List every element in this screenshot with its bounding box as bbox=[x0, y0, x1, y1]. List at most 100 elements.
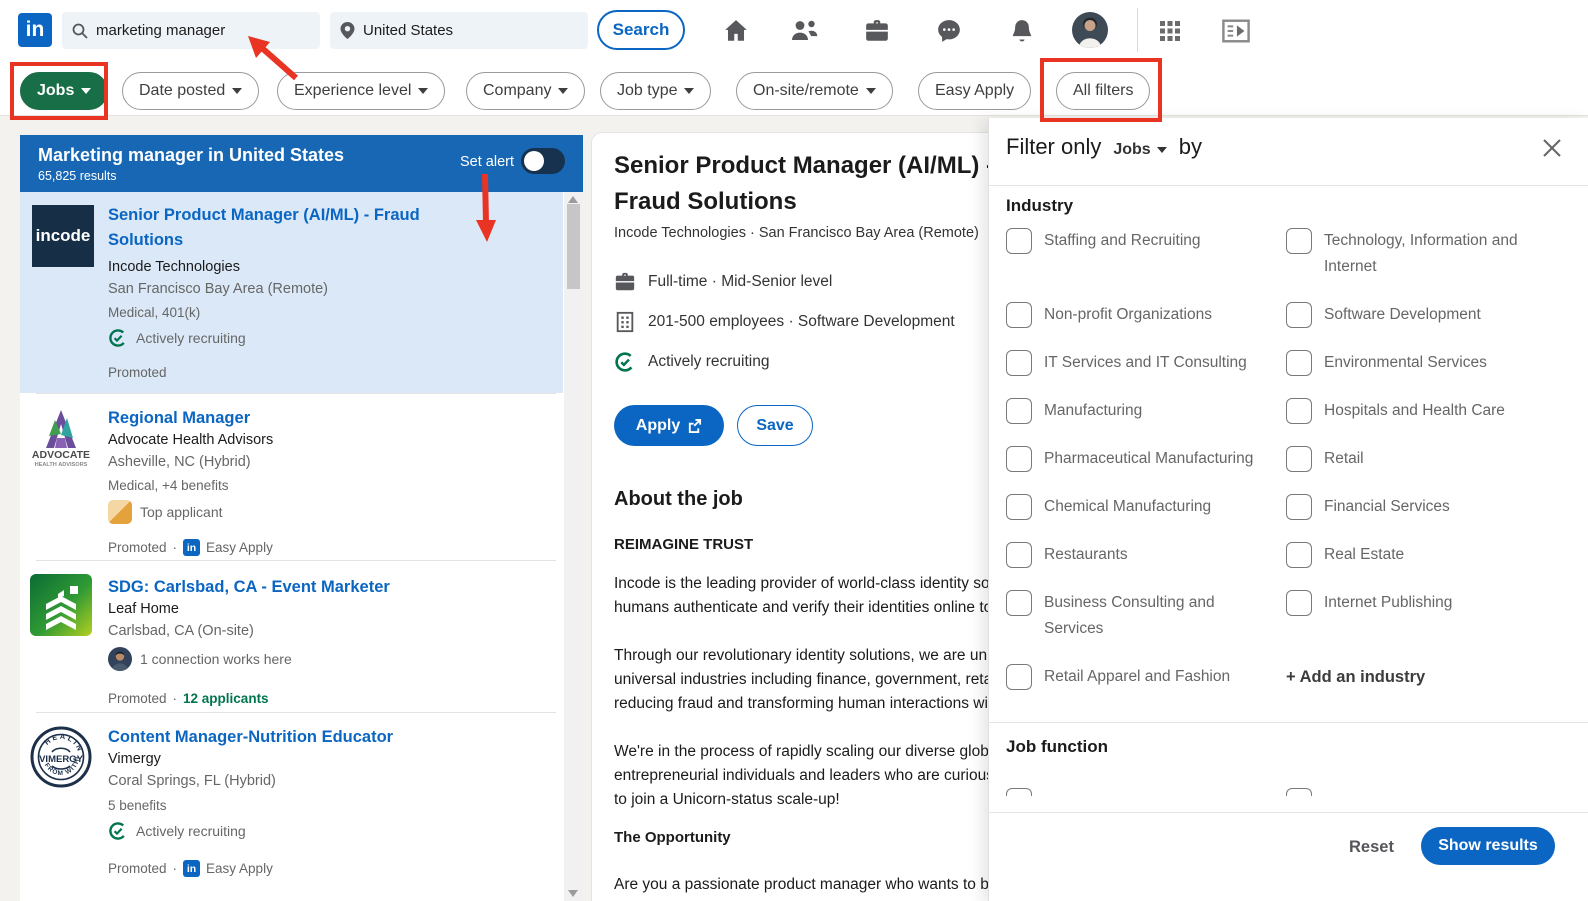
toggle-knob bbox=[524, 151, 544, 171]
svg-text:VIMERGY: VIMERGY bbox=[39, 754, 83, 765]
filter-pill-job-type[interactable]: Job type bbox=[600, 72, 712, 110]
job-location: Coral Springs, FL (Hybrid) bbox=[108, 773, 276, 789]
messaging-icon[interactable] bbox=[935, 17, 963, 45]
linkedin-jobs-page: in marketing manager United States Searc… bbox=[0, 0, 1588, 901]
checkbox[interactable] bbox=[1006, 664, 1032, 690]
modal-header: Filter only Jobs by bbox=[1006, 134, 1202, 160]
results-title: Marketing manager in United States bbox=[38, 145, 345, 165]
job-location: San Francisco Bay Area (Remote) bbox=[108, 281, 329, 297]
checkbox[interactable] bbox=[1286, 398, 1312, 424]
industry-option[interactable]: Software Development bbox=[1286, 302, 1586, 328]
search-input[interactable]: marketing manager bbox=[62, 12, 320, 49]
opportunity-title: The Opportunity bbox=[614, 829, 731, 846]
checkbox[interactable] bbox=[1286, 590, 1312, 616]
job-title-link[interactable]: Content Manager-Nutrition Educator bbox=[108, 725, 493, 750]
job-benefits: 5 benefits bbox=[108, 798, 167, 813]
checkbox[interactable] bbox=[1006, 446, 1032, 472]
set-alert-label: Set alert bbox=[460, 154, 514, 170]
filter-pill-easy-apply[interactable]: Easy Apply bbox=[918, 72, 1032, 110]
industry-option[interactable]: Financial Services bbox=[1286, 494, 1586, 520]
industry-option[interactable]: IT Services and IT Consulting bbox=[1006, 350, 1286, 376]
scrollbar-thumb[interactable] bbox=[567, 204, 580, 289]
checkbox[interactable] bbox=[1006, 302, 1032, 328]
checkbox[interactable] bbox=[1286, 228, 1312, 254]
linkedin-logo[interactable]: in bbox=[18, 13, 52, 47]
job-card-4[interactable]: HEALING FROM WITHIN VIMERGY Content Mana… bbox=[20, 713, 563, 901]
industry-option[interactable]: Business Consulting and Services bbox=[1006, 590, 1286, 642]
checkbox[interactable] bbox=[1286, 788, 1312, 796]
industry-option[interactable]: Environmental Services bbox=[1286, 350, 1586, 376]
home-icon[interactable] bbox=[722, 17, 750, 45]
apps-grid-icon[interactable] bbox=[1156, 17, 1184, 45]
industry-option[interactable]: Staffing and Recruiting bbox=[1006, 228, 1286, 280]
job-title-link[interactable]: Regional Manager bbox=[108, 406, 493, 431]
checkbox[interactable] bbox=[1286, 350, 1312, 376]
leaf-home-logo bbox=[30, 574, 92, 641]
job-footer: Promoted · 12 applicants bbox=[108, 691, 269, 706]
industry-option[interactable]: Technology, Information and Internet bbox=[1286, 228, 1586, 280]
actively-recruiting-icon bbox=[109, 329, 127, 347]
filter-pill-company[interactable]: Company bbox=[466, 72, 586, 110]
checkbox[interactable] bbox=[1006, 398, 1032, 424]
job-card-2[interactable]: ADVOCATE HEALTH ADVISORS Regional Manage… bbox=[20, 394, 563, 560]
checkbox[interactable] bbox=[1006, 494, 1032, 520]
industry-option[interactable]: Pharmaceutical Manufacturing bbox=[1006, 446, 1286, 472]
industry-option[interactable]: Restaurants bbox=[1006, 542, 1286, 568]
jobs-icon[interactable] bbox=[863, 17, 891, 45]
industry-section-title: Industry bbox=[1006, 196, 1074, 215]
search-icon bbox=[72, 23, 88, 39]
job-title-link[interactable]: SDG: Carlsbad, CA - Event Marketer bbox=[108, 575, 493, 600]
industry-option[interactable]: Non-profit Organizations bbox=[1006, 302, 1286, 328]
checkbox[interactable] bbox=[1286, 494, 1312, 520]
chevron-down-icon bbox=[865, 88, 876, 94]
checkbox[interactable] bbox=[1006, 350, 1032, 376]
show-results-button[interactable]: Show results bbox=[1421, 827, 1555, 865]
checkbox[interactable] bbox=[1006, 788, 1032, 796]
all-filters-modal: Filter only Jobs by Industry Staffing an… bbox=[988, 118, 1588, 901]
save-button[interactable]: Save bbox=[737, 405, 813, 446]
add-industry-button[interactable]: + Add an industry bbox=[1286, 664, 1586, 690]
checkbox[interactable] bbox=[1006, 590, 1032, 616]
scroll-down-arrow[interactable] bbox=[568, 890, 578, 897]
close-icon[interactable] bbox=[1540, 136, 1564, 160]
job-card-3[interactable]: SDG: Carlsbad, CA - Event Marketer Leaf … bbox=[20, 561, 563, 712]
industry-option[interactable]: Internet Publishing bbox=[1286, 590, 1586, 642]
industry-option[interactable]: Retail bbox=[1286, 446, 1586, 472]
filter-pill-date-posted[interactable]: Date posted bbox=[122, 72, 260, 110]
filter-pill-experience-level[interactable]: Experience level bbox=[277, 72, 446, 110]
top-nav: in marketing manager United States Searc… bbox=[0, 0, 1588, 60]
industry-option[interactable]: Real Estate bbox=[1286, 542, 1586, 568]
notifications-bell-icon[interactable] bbox=[1008, 17, 1036, 45]
industry-option[interactable]: Chemical Manufacturing bbox=[1006, 494, 1286, 520]
job-title-link[interactable]: Senior Product Manager (AI/ML) - Fraud S… bbox=[108, 203, 493, 253]
scroll-up-arrow[interactable] bbox=[568, 196, 578, 203]
my-network-icon[interactable] bbox=[790, 17, 818, 45]
job-insight: 1 connection works here bbox=[108, 647, 292, 671]
industry-option[interactable]: Manufacturing bbox=[1006, 398, 1286, 424]
job-card-1[interactable]: incode Senior Product Manager (AI/ML) - … bbox=[20, 192, 563, 393]
checkbox[interactable] bbox=[1286, 446, 1312, 472]
scope-pill-jobs[interactable]: Jobs bbox=[20, 72, 109, 110]
location-input[interactable]: United States bbox=[330, 12, 588, 49]
job-location: Asheville, NC (Hybrid) bbox=[108, 454, 251, 470]
all-filters-button[interactable]: All filters bbox=[1056, 72, 1151, 110]
detail-company-location: Incode Technologies · San Francisco Bay … bbox=[614, 225, 979, 241]
set-alert-toggle[interactable] bbox=[521, 148, 565, 174]
apply-button[interactable]: Apply bbox=[614, 405, 724, 446]
industry-option[interactable]: Retail Apparel and Fashion bbox=[1006, 664, 1286, 690]
modal-scope-dropdown[interactable]: Jobs bbox=[1113, 141, 1167, 159]
actively-recruiting-icon bbox=[109, 822, 127, 840]
checkbox[interactable] bbox=[1286, 542, 1312, 568]
reset-button[interactable]: Reset bbox=[1349, 838, 1394, 857]
checkbox[interactable] bbox=[1006, 228, 1032, 254]
checkbox[interactable] bbox=[1006, 542, 1032, 568]
filter-pill-onsite-remote[interactable]: On-site/remote bbox=[736, 72, 893, 110]
results-scrollbar[interactable] bbox=[564, 192, 583, 901]
applicants-count: 12 applicants bbox=[183, 691, 269, 706]
search-input-value: marketing manager bbox=[96, 22, 226, 39]
learning-icon[interactable] bbox=[1222, 17, 1250, 45]
checkbox[interactable] bbox=[1286, 302, 1312, 328]
search-button[interactable]: Search bbox=[597, 10, 685, 50]
industry-option[interactable]: Hospitals and Health Care bbox=[1286, 398, 1586, 424]
profile-avatar[interactable] bbox=[1072, 12, 1108, 48]
